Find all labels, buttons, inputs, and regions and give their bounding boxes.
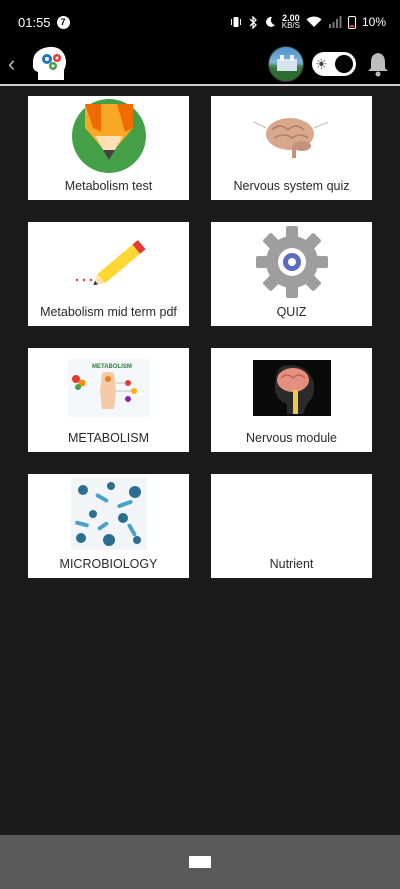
home-button[interactable] [189,856,211,868]
vibrate-icon [230,17,241,27]
metabolism-image-title: METABOLISM [92,364,132,370]
tile-label: MICROBIOLOGY [59,557,158,571]
tile-metabolism-test[interactable]: Metabolism test [28,96,189,200]
battery-icon [347,15,356,29]
course-grid: Metabolism test Nervous system quiz Meta… [28,96,372,578]
tile-metabolism-mid-term-pdf[interactable]: Metabolism mid term pdf [28,222,189,326]
tile-label: Metabolism test [64,179,153,193]
tile-nutrient[interactable]: Nutrient [211,474,372,578]
navigation-bar [0,835,400,889]
status-time: 01:55 [18,14,51,30]
wifi-icon [306,16,322,27]
notification-badge: 7 [56,15,70,29]
sun-icon: ☀ [315,55,328,72]
moon-icon [265,16,275,27]
net-speed-unit: KB/S [281,21,300,30]
tile-label: Nervous system quiz [233,179,350,193]
pencil-icon [75,240,146,286]
battery-percent: 10% [361,15,386,29]
pencil-badge-icon [71,99,146,173]
tile-label: Metabolism mid term pdf [40,305,177,319]
net-speed: 2.00 KB/S [282,14,300,30]
tile-label: Nutrient [269,557,314,571]
app-bar: ‹ ☀ [0,44,400,86]
bluetooth-icon [249,15,257,29]
theme-toggle[interactable]: ☀ [312,52,356,76]
signal-icon [328,16,342,28]
metabolism-image: METABOLISM [67,359,150,417]
brain-xray-image [252,360,331,416]
tile-quiz[interactable]: QUIZ [211,222,372,326]
microbes-image [70,478,147,550]
back-icon[interactable]: ‹ [8,51,24,77]
tile-microbiology[interactable]: MICROBIOLOGY [28,474,189,578]
tile-label: METABOLISM [67,431,150,445]
brain-icon [253,118,328,158]
gear-icon [255,226,328,298]
toggle-knob [335,55,353,73]
tile-nervous-module[interactable]: Nervous module [211,348,372,452]
head-gears-icon [32,46,66,80]
tile-nervous-system-quiz[interactable]: Nervous system quiz [211,96,372,200]
tile-label: Nervous module [245,431,337,445]
avatar[interactable] [268,46,304,82]
tile-label: QUIZ [276,305,307,319]
status-bar: 01:55 7 2.00 KB/S 10% [0,0,400,44]
tile-metabolism[interactable]: METABOLISM METABOLISM [28,348,189,452]
bell-icon[interactable] [364,50,392,78]
